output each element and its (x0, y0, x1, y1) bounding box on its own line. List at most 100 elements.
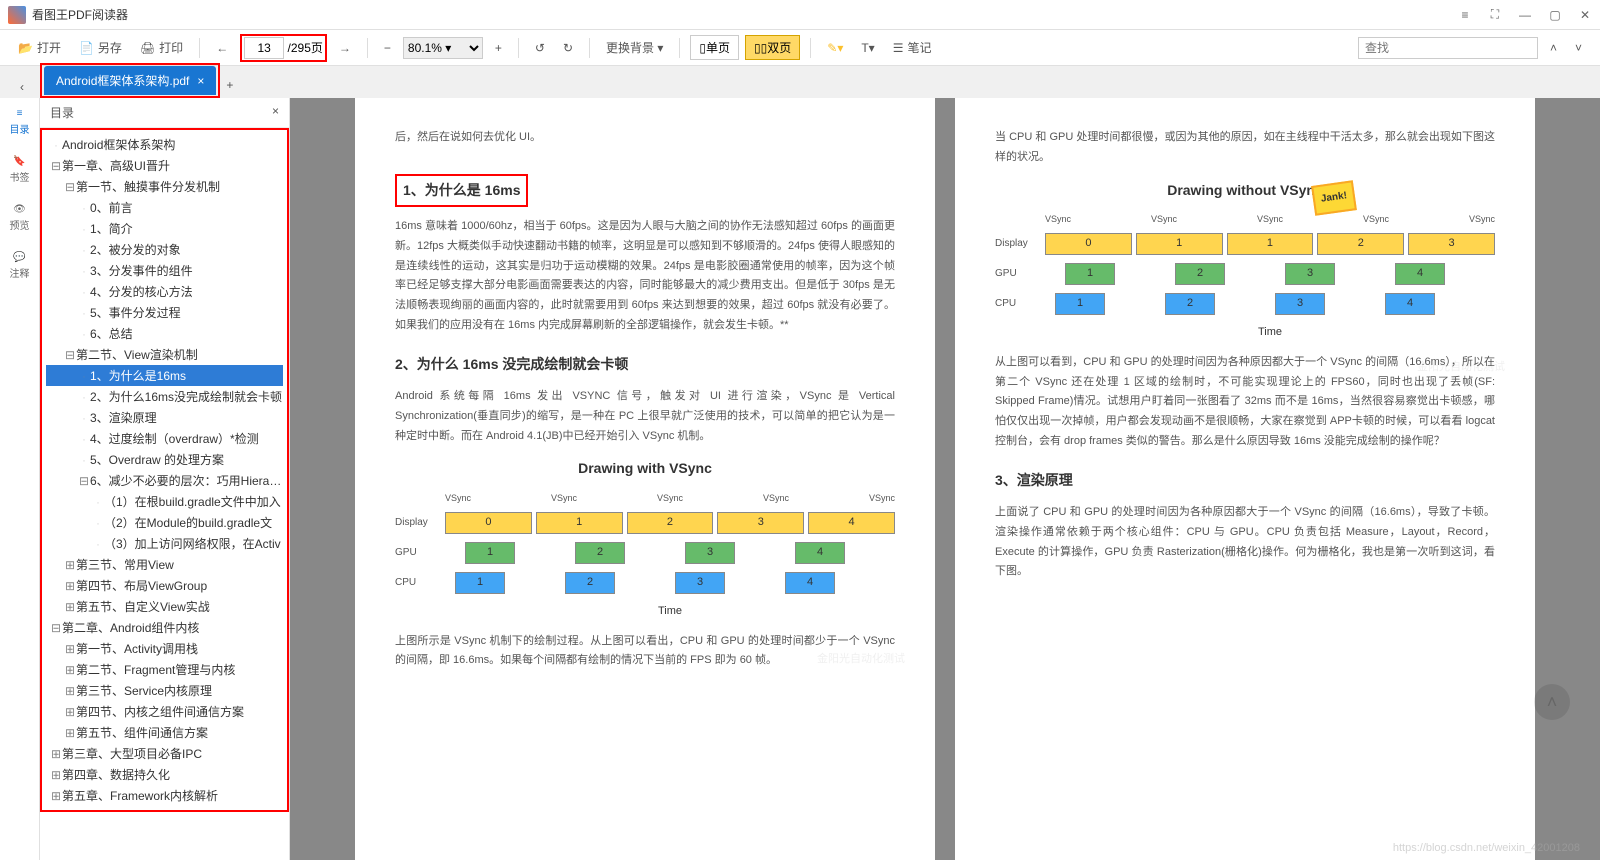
outline-node[interactable]: ⊞第三节、Service内核原理 (46, 680, 283, 701)
outline-node[interactable]: ·0、前言 (46, 197, 283, 218)
double-page-button[interactable]: ▯▯双页 (745, 35, 800, 60)
outline-node[interactable]: ⊞第四节、内核之组件间通信方案 (46, 701, 283, 722)
outline-node[interactable]: ⊞第三节、常用View (46, 554, 283, 575)
tab-scroll-left[interactable]: ‹ (14, 76, 30, 98)
rail-bookmark-button[interactable]: 🔖书签 (10, 156, 30, 184)
outline-node[interactable]: ⊟6、减少不必要的层次：巧用Hierarch (46, 470, 283, 491)
rotate-right-button[interactable]: ↻ (557, 37, 579, 59)
text-button[interactable]: T▾ (855, 37, 880, 59)
section-heading: 2、为什么 16ms 没完成绘制就会卡顿 (395, 352, 895, 377)
change-bg-button[interactable]: 更换背景 ▾ (600, 35, 669, 60)
comment-icon: 💬 (13, 252, 25, 263)
separator (367, 38, 368, 58)
section-heading: 3、渲染原理 (995, 468, 1495, 493)
prev-page-button[interactable]: ← (210, 37, 234, 59)
list-icon: ≡ (17, 108, 23, 119)
outline-node[interactable]: ⊟第二章、Android组件内核 (46, 617, 283, 638)
outline-node[interactable]: ⊞第五节、组件间通信方案 (46, 722, 283, 743)
rail-preview-button[interactable]: 👁预览 (10, 204, 30, 232)
double-page-icon: ▯▯ (754, 41, 767, 55)
watermark: 金阳光自动化测试 (1417, 358, 1505, 378)
outline-node[interactable]: ·6、总结 (46, 323, 283, 344)
outline-node[interactable]: ·2、为什么16ms没完成绘制就会卡顿 (46, 386, 283, 407)
open-button[interactable]: 📂打开 (12, 35, 67, 60)
outline-node[interactable]: ·3、分发事件的组件 (46, 260, 283, 281)
footer-url: https://blog.csdn.net/weixin_42001208 (1393, 842, 1580, 854)
outline-node[interactable]: ·Android框架体系架构 (46, 134, 283, 155)
separator (518, 38, 519, 58)
separator (810, 38, 811, 58)
outline-node[interactable]: ·（3）加上访问网络权限，在Activ (46, 533, 283, 554)
diagram-title: Drawing without VSync (995, 178, 1495, 203)
close-icon[interactable]: ✕ (1578, 8, 1592, 22)
separator (679, 38, 680, 58)
outline-tree: ·Android框架体系架构⊟第一章、高级UI晋升⊟第一节、触摸事件分发机制·0… (40, 128, 289, 812)
scroll-top-button[interactable]: ˄ (1534, 684, 1570, 720)
highlight-button[interactable]: ✎▾ (821, 37, 849, 59)
search-input[interactable] (1358, 37, 1538, 59)
next-page-button[interactable]: → (333, 37, 357, 59)
maximize-icon[interactable]: ▢ (1548, 8, 1562, 22)
page-indicator-highlight: /295页 (240, 34, 327, 62)
document-tab[interactable]: Android框架体系架构.pdf × (44, 66, 216, 95)
new-tab-button[interactable]: + (220, 72, 239, 98)
outline-node[interactable]: ⊞第四节、布局ViewGroup (46, 575, 283, 596)
bookmark-icon: 🔖 (13, 156, 25, 167)
outline-node[interactable]: ·5、Overdraw 的处理方案 (46, 449, 283, 470)
rail-annot-button[interactable]: 💬注释 (10, 252, 30, 280)
menu-icon[interactable]: ≡ (1458, 8, 1472, 22)
zoom-out-button[interactable]: − (378, 37, 397, 59)
save-icon: 📄 (79, 41, 94, 55)
body-text: 后，然后在说如何去优化 UI。 (395, 128, 895, 148)
outline-node[interactable]: ·1、简介 (46, 218, 283, 239)
outline-node[interactable]: ⊞第五章、Framework内核解析 (46, 785, 283, 806)
zoom-select[interactable]: 80.1% ▾ (403, 37, 483, 59)
diagram-vsync-1: Drawing with VSync VSyncVSyncVSyncVSyncV… (395, 456, 895, 621)
page-number-input[interactable] (244, 37, 284, 59)
print-button[interactable]: 🖨打印 (134, 35, 189, 60)
outline-node[interactable]: ·4、过度绘制（overdraw）*检测 (46, 428, 283, 449)
outline-node[interactable]: ⊟第一节、触摸事件分发机制 (46, 176, 283, 197)
tab-close-icon[interactable]: × (197, 74, 204, 88)
outline-node[interactable]: ·3、渲染原理 (46, 407, 283, 428)
outline-node[interactable]: ⊞第四章、数据持久化 (46, 764, 283, 785)
outline-node[interactable]: ⊟第二节、View渲染机制 (46, 344, 283, 365)
outline-node[interactable]: ·5、事件分发过程 (46, 302, 283, 323)
search-down-button[interactable]: ˅ (1569, 37, 1588, 59)
section-heading: 1、为什么是 16ms (395, 174, 528, 207)
outline-node[interactable]: ⊞第一节、Activity调用栈 (46, 638, 283, 659)
watermark: 金阳光自动化测试 (817, 650, 905, 670)
outline-node[interactable]: ·4、分发的核心方法 (46, 281, 283, 302)
zoom-in-button[interactable]: + (489, 37, 508, 59)
outline-node[interactable]: ·1、为什么是16ms (46, 365, 283, 386)
note-button[interactable]: ☰笔记 (887, 35, 938, 60)
sidebar-header: 目录 × (40, 98, 289, 128)
sidebar-title: 目录 (50, 104, 74, 121)
minimize-icon[interactable]: — (1518, 8, 1532, 22)
saveas-button[interactable]: 📄另存 (73, 35, 128, 60)
jank-callout: Jank! (1311, 180, 1357, 216)
diagram-vsync-2: Drawing without VSync Jank! VSyncVSyncVS… (995, 178, 1495, 343)
diagram-title: Drawing with VSync (395, 456, 895, 481)
outline-node[interactable]: ⊞第三章、大型项目必备IPC (46, 743, 283, 764)
outline-node[interactable]: ⊟第一章、高级UI晋升 (46, 155, 283, 176)
tab-label: Android框架体系架构.pdf (56, 72, 189, 89)
rotate-left-button[interactable]: ↺ (529, 37, 551, 59)
outline-node[interactable]: ·（1）在根build.gradle文件中加入 (46, 491, 283, 512)
outline-node[interactable]: ⊞第五节、自定义View实战 (46, 596, 283, 617)
page-viewport[interactable]: 后，然后在说如何去优化 UI。 1、为什么是 16ms 16ms 意味着 100… (290, 98, 1600, 860)
body-text: 当 CPU 和 GPU 处理时间都很慢，或因为其他的原因，如在主线程中干活太多，… (995, 128, 1495, 168)
body-text: 16ms 意味着 1000/60hz，相当于 60fps。这是因为人眼与大脑之间… (395, 217, 895, 336)
search-up-button[interactable]: ˄ (1544, 37, 1563, 59)
outline-node[interactable]: ·2、被分发的对象 (46, 239, 283, 260)
rail-toc-button[interactable]: ≡目录 (10, 108, 30, 136)
single-page-button[interactable]: ▯单页 (690, 35, 739, 60)
body-text: 上面说了 CPU 和 GPU 的处理时间因为各种原因都大于一个 VSync 的间… (995, 503, 1495, 582)
text-icon: T▾ (861, 41, 874, 55)
note-icon: ☰ (893, 41, 904, 55)
outline-node[interactable]: ⊞第二节、Fragment管理与内核 (46, 659, 283, 680)
fullscreen-icon[interactable]: ⛶ (1488, 8, 1502, 22)
sidebar-close-icon[interactable]: × (272, 104, 279, 121)
app-logo-icon (8, 6, 26, 24)
outline-node[interactable]: ·（2）在Module的build.gradle文 (46, 512, 283, 533)
